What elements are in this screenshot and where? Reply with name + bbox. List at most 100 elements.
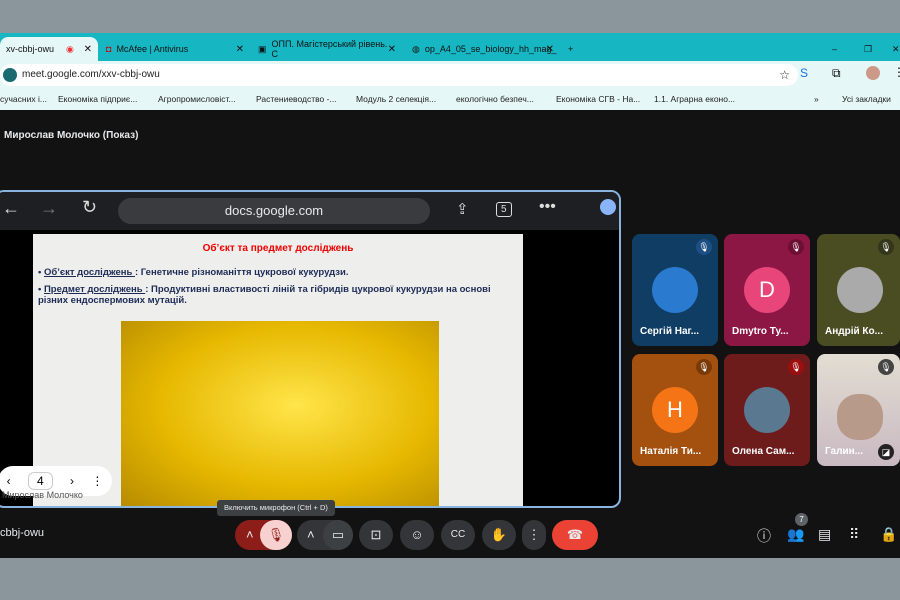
tab-mcafee[interactable]: ◘ McAfee | Antivirus ✕ (100, 37, 250, 61)
mic-off-icon: 🎙 (788, 239, 804, 255)
slide-bullet: • Предмет досліджень : Продуктивні власт… (38, 284, 491, 306)
bookmark[interactable]: сучасних і... (0, 94, 47, 104)
mic-off-icon: 🎙 (696, 359, 712, 375)
url-text: meet.google.com/xxv-cbbj-owu (22, 69, 160, 80)
pip-icon[interactable]: ◪ (878, 444, 894, 460)
mic-toggle-button[interactable]: 🎙 (260, 520, 292, 550)
camera-toggle-button[interactable]: ▭ (323, 520, 353, 550)
more-bookmarks-button[interactable]: » (814, 94, 819, 104)
back-icon: ← (2, 198, 20, 218)
prev-page-icon[interactable]: ‹ (7, 474, 11, 488)
participant-name: Сергій Наг... (640, 326, 700, 337)
shared-browser-toolbar: ← → ↻ docs.google.com ⇪ 5 ••• (0, 192, 619, 230)
avatar (837, 267, 883, 313)
site-info-icon[interactable] (3, 68, 17, 82)
shared-screen: ← → ↻ docs.google.com ⇪ 5 ••• Об’єкт та … (0, 190, 621, 508)
participant-tile[interactable]: 🎙 D Dmytro Ту... (724, 234, 810, 346)
slide-title: Об’єкт та предмет досліджень (202, 243, 354, 254)
share-icon: ⇪ (456, 201, 469, 218)
tab-label: xv-cbbj-owu (6, 44, 55, 54)
participant-name: Олена Сам... (732, 446, 795, 457)
tab-meet[interactable]: xv-cbbj-owu ◉ ✕ (0, 37, 98, 61)
end-call-button[interactable]: ☎ (552, 520, 598, 550)
avatar: D (744, 267, 790, 313)
tooltip: Включить микрофон (Ctrl + D) (217, 500, 335, 516)
close-tab-icon[interactable]: ✕ (236, 44, 244, 55)
participant-name: Галин... (825, 446, 863, 457)
bookmark[interactable]: Агропромисловіст... (158, 94, 236, 104)
menu-icon[interactable]: ⋮ (893, 65, 900, 79)
new-tab-button[interactable]: + (562, 37, 579, 61)
url-field[interactable]: meet.google.com/xxv-cbbj-owu ☆ (0, 64, 798, 86)
participant-tile[interactable]: 🎙 Сергій Наг... (632, 234, 718, 346)
bullet-label: Предмет досліджень (43, 284, 146, 295)
activities-icon[interactable]: ⠿ (849, 526, 859, 543)
participant-name: Dmytro Ту... (732, 326, 789, 337)
participant-name: Андрій Ко... (825, 326, 883, 337)
corn-image (121, 321, 439, 506)
shared-domain: docs.google.com (224, 203, 324, 218)
participant-tile[interactable]: 🎙 Андрій Ко... (817, 234, 900, 346)
more-options-button[interactable]: ⋮ (522, 520, 546, 550)
participant-tile[interactable]: 🎙 H Наталія Ти... (632, 354, 718, 466)
minimize-icon[interactable]: – (826, 37, 843, 61)
reload-icon: ↻ (82, 197, 98, 217)
close-tab-icon[interactable]: ✕ (388, 44, 396, 55)
tab-label: ОПП. Магістерський рівень. С (271, 39, 388, 59)
avatar (652, 267, 698, 313)
tab-label: McAfee | Antivirus (116, 44, 189, 54)
meeting-info-icon[interactable]: ⓘ (757, 526, 771, 546)
mic-off-icon: 🎙 (878, 359, 894, 375)
mic-off-icon: 🎙 (878, 239, 894, 255)
slide-bullet: • Об’єкт досліджень : Генетичне різноман… (38, 267, 349, 278)
raise-hand-button[interactable]: ✋ (482, 520, 516, 550)
bookmark[interactable]: Растениеводство -... (256, 94, 337, 104)
more-icon: ••• (539, 198, 556, 215)
next-page-icon[interactable]: › (70, 474, 74, 488)
bookmark[interactable]: Модуль 2 селекція... (356, 94, 436, 104)
close-window-icon[interactable]: ✕ (886, 37, 900, 61)
page-number[interactable]: 4 (27, 472, 53, 490)
bookmark[interactable]: Економіка підприє... (58, 94, 137, 104)
more-icon[interactable]: ⋮ (91, 474, 103, 488)
participant-name: Наталія Ти... (640, 446, 702, 457)
bookmarks-bar: сучасних і... Економіка підприє... Агроп… (0, 89, 900, 110)
bullet-label: Об’єкт досліджень (43, 267, 135, 278)
avatar: H (652, 387, 698, 433)
mic-off-icon: 🎙 (696, 239, 712, 255)
present-button[interactable]: ⊡ (359, 520, 393, 550)
close-tab-icon[interactable]: ✕ (84, 44, 92, 55)
chat-icon[interactable]: ▤ (818, 526, 831, 543)
participant-tile[interactable]: 🎙 Олена Сам... (724, 354, 810, 466)
reactions-button[interactable]: ☺ (400, 520, 434, 550)
recording-icon: ◉ (66, 43, 74, 54)
tab-count: 5 (496, 202, 512, 217)
extension-icon[interactable]: S (800, 66, 808, 80)
people-count-badge: 7 (795, 513, 808, 526)
people-icon[interactable]: 👥 (787, 526, 804, 543)
bookmark[interactable]: 1.1. Аграрна еконо... (654, 94, 735, 104)
tab-op[interactable]: ◍ op_A4_05_se_biology_hh_mag_ ✕ (406, 37, 560, 61)
close-tab-icon[interactable]: ✕ (546, 44, 554, 55)
participant-tile[interactable]: 🎙 Галин... ◪ (817, 354, 900, 466)
captions-button[interactable]: CC (441, 520, 475, 550)
forward-icon: → (40, 198, 58, 218)
bookmark[interactable]: Економіка СГВ - На... (556, 94, 640, 104)
bookmark-star-icon[interactable]: ☆ (779, 64, 790, 86)
tab-opp[interactable]: ▣ ОПП. Магістерський рівень. С ✕ (252, 37, 402, 61)
bookmark[interactable]: екологічно безпеч... (456, 94, 534, 104)
profile-avatar[interactable] (866, 66, 880, 80)
host-controls-icon[interactable]: 🔒 (880, 526, 897, 543)
shared-omnibox: docs.google.com (118, 198, 430, 224)
maximize-icon[interactable]: ❐ (858, 37, 878, 61)
all-bookmarks-folder[interactable]: Усі закладки (842, 94, 891, 104)
tab-label: op_A4_05_se_biology_hh_mag_ (424, 44, 557, 54)
mcafee-icon: ◘ (106, 44, 112, 54)
extensions-puzzle-icon[interactable]: ⧉ (832, 66, 841, 81)
avatar (744, 387, 790, 433)
overlay-name: Мирослав Молочко (2, 490, 83, 500)
mic-off-icon: 🎙 (788, 359, 804, 375)
globe-icon: ◍ (412, 43, 420, 54)
presenter-name: Мирослав Молочко (Показ) (4, 130, 139, 141)
meeting-code: cbbj-owu (0, 527, 45, 539)
